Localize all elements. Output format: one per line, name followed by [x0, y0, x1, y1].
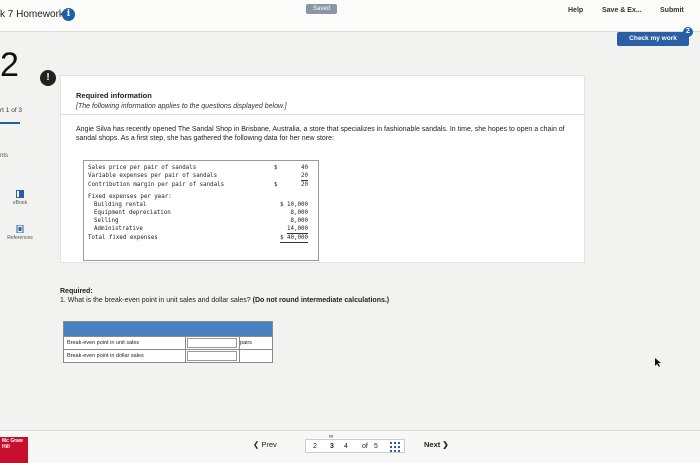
- saved-indicator: Saved: [306, 4, 338, 14]
- required-question: 1. What is the break-even point in unit …: [60, 297, 390, 304]
- link-icon: ∞: [329, 434, 334, 440]
- references-icon: [16, 225, 24, 233]
- chevron-left-icon: ❮: [253, 440, 260, 449]
- panel-note: [The following information applies to th…: [76, 103, 287, 110]
- check-attempts-badge: 2: [683, 27, 693, 37]
- question-number: 2: [0, 46, 19, 84]
- total-pages: 5: [374, 443, 378, 450]
- mouse-cursor-icon: [655, 358, 661, 367]
- table-row: Equipment depreciation 8,000: [94, 210, 308, 216]
- unit-sales-input[interactable]: [187, 338, 237, 348]
- page-4[interactable]: 4: [344, 443, 348, 450]
- answer-table: Break-even point in unit sales pairs Bre…: [63, 321, 273, 363]
- part-progress-bar: [0, 122, 20, 124]
- chevron-right-icon: ❯: [442, 440, 449, 449]
- ebook-label: eBook: [12, 200, 28, 206]
- panel-heading: Required information: [76, 91, 152, 100]
- references-link[interactable]: References: [0, 225, 40, 241]
- prev-button[interactable]: ❮ Prev: [253, 440, 277, 449]
- panel-divider: [61, 114, 584, 115]
- part-indicator: rt 1 of 3: [0, 107, 23, 114]
- alert-icon: !: [40, 70, 56, 86]
- mcgraw-hill-logo: Mc Graw Hill: [0, 437, 28, 463]
- page-of: of: [362, 443, 368, 450]
- unit-label: pairs: [240, 340, 252, 346]
- page-3[interactable]: 3: [330, 443, 334, 450]
- save-exit-link[interactable]: Save & Ex...: [602, 7, 642, 14]
- table-row: Selling 8,000: [94, 218, 308, 224]
- bottom-bar: Mc Graw Hill ❮ Prev 2 ∞ 3 4 of 5 Next ❯: [0, 430, 700, 463]
- problem-paragraph: Angie Silva has recently opened The Sand…: [76, 126, 565, 142]
- dollar-sales-input[interactable]: [187, 351, 237, 361]
- table-row: Break-even point in dollar sales: [64, 349, 272, 362]
- next-button[interactable]: Next ❯: [424, 440, 449, 449]
- answer-table-header: [64, 322, 272, 336]
- required-instruction: (Do not round intermediate calculations.…: [252, 297, 390, 304]
- page-navigator: 2 ∞ 3 4 of 5: [305, 434, 405, 453]
- table-row: Variable expenses per pair of sandals 20: [88, 173, 308, 181]
- top-bar: k 7 Homework i Saved Help Save & Ex... S…: [0, 0, 700, 32]
- table-row: Administrative 14,000: [94, 226, 308, 234]
- table-row: Total fixed expenses $ 40,000: [88, 235, 308, 243]
- check-my-work-button[interactable]: Check my work: [617, 32, 689, 46]
- sandal-shop-data-table: Sales price per pair of sandals $ 40 Var…: [83, 160, 319, 261]
- references-label: References: [7, 235, 33, 241]
- page-2[interactable]: 2: [313, 443, 317, 450]
- required-heading: Required:: [60, 288, 93, 295]
- grid-icon[interactable]: [390, 442, 400, 452]
- submit-link[interactable]: Submit: [660, 7, 684, 14]
- table-row: Fixed expenses per year:: [88, 194, 172, 200]
- table-row: Sales price per pair of sandals $ 40: [88, 165, 308, 171]
- table-row: Contribution margin per pair of sandals …: [88, 182, 308, 188]
- ebook-link[interactable]: eBook: [0, 190, 40, 206]
- points-label: nts: [0, 153, 9, 159]
- table-row: Break-even point in unit sales pairs: [64, 336, 272, 349]
- required-information-panel: Required information [The following info…: [60, 75, 585, 263]
- info-icon[interactable]: i: [62, 8, 75, 21]
- book-icon: [16, 190, 24, 198]
- help-link[interactable]: Help: [568, 7, 583, 14]
- table-row: Building rental $ 10,000: [94, 202, 308, 208]
- assignment-title: k 7 Homework: [0, 9, 64, 20]
